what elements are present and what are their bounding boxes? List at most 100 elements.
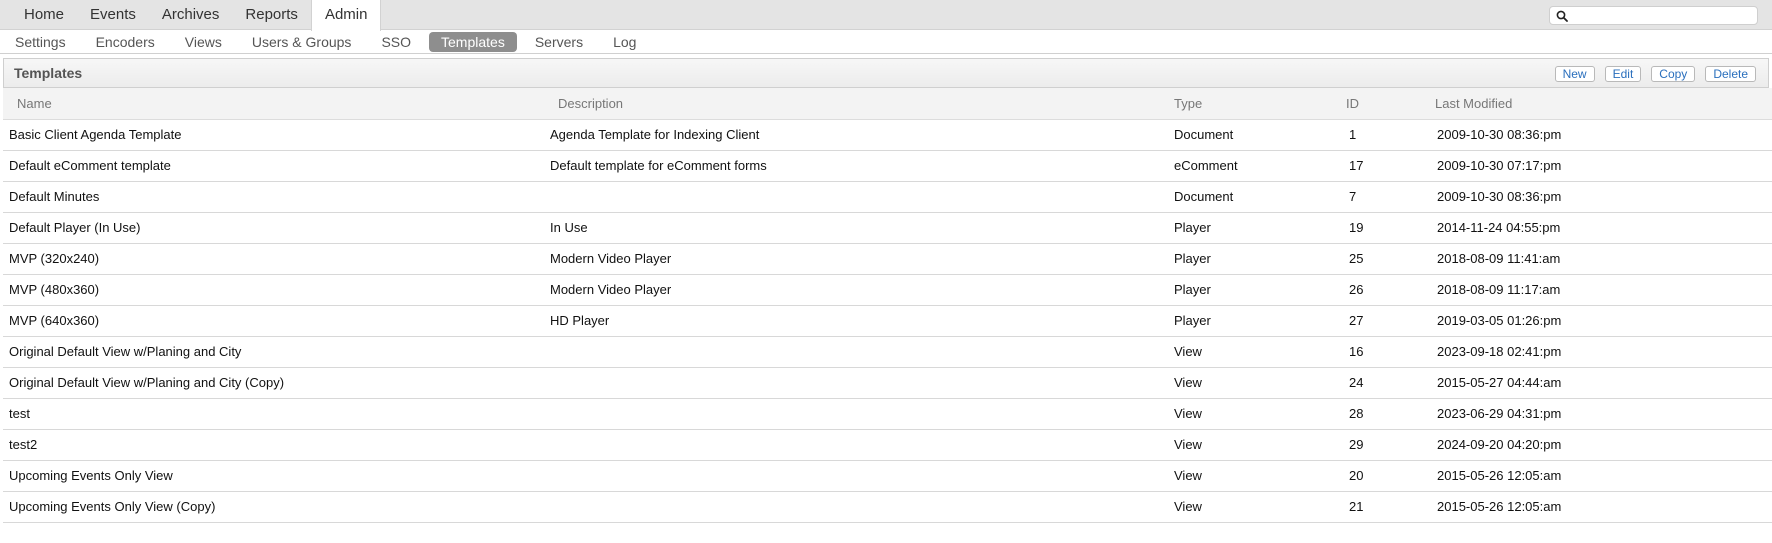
cell-id: 17: [1346, 150, 1435, 182]
column-header-description[interactable]: Description: [547, 88, 1170, 120]
cell-name: Original Default View w/Planing and City…: [3, 367, 547, 399]
table-header-row: Name Description Type ID Last Modified: [3, 88, 1772, 120]
cell-name: Default eComment template: [3, 150, 547, 182]
cell-last-modified: 2018-08-09 11:17:am: [1435, 274, 1772, 306]
new-button[interactable]: New: [1554, 66, 1595, 82]
cell-id: 7: [1346, 181, 1435, 213]
cell-type: Document: [1170, 181, 1346, 213]
cell-id: 19: [1346, 212, 1435, 244]
cell-description: In Use: [547, 212, 1170, 244]
panel-title: Templates: [14, 65, 83, 81]
table-row[interactable]: MVP (480x360) Modern Video Player Player 26…: [3, 274, 1772, 306]
cell-type: Player: [1170, 274, 1346, 306]
subnav-servers[interactable]: Servers: [523, 32, 595, 52]
subnav-log[interactable]: Log: [601, 32, 648, 52]
cell-type: View: [1170, 398, 1346, 430]
table-row[interactable]: test2 View 29 2024-09-20 04:20:pm: [3, 429, 1772, 461]
cell-description: [547, 398, 1170, 430]
cell-name: test: [3, 398, 547, 430]
tab-archives[interactable]: Archives: [149, 0, 233, 30]
table-row[interactable]: Original Default View w/Planing and City…: [3, 336, 1772, 368]
cell-id: 21: [1346, 491, 1435, 523]
table-row[interactable]: Upcoming Events Only View View 20 2015-05-2…: [3, 460, 1772, 492]
column-header-last-modified[interactable]: Last Modified: [1435, 88, 1772, 120]
subnav-templates[interactable]: Templates: [429, 32, 517, 52]
table-row[interactable]: MVP (320x240) Modern Video Player Player 25…: [3, 243, 1772, 275]
subnav-encoders[interactable]: Encoders: [84, 32, 167, 52]
main-tabs: Home Events Archives Reports Admin: [11, 0, 382, 31]
cell-id: 24: [1346, 367, 1435, 399]
tab-home[interactable]: Home: [11, 0, 77, 30]
cell-type: View: [1170, 367, 1346, 399]
column-header-type[interactable]: Type: [1170, 88, 1346, 120]
table-row[interactable]: test View 28 2023-06-29 04:31:pm: [3, 398, 1772, 430]
cell-last-modified: 2015-05-27 04:44:am: [1435, 367, 1772, 399]
table-row[interactable]: Basic Client Agenda Template Agenda Templ…: [3, 119, 1772, 151]
cell-last-modified: 2019-03-05 01:26:pm: [1435, 305, 1772, 337]
cell-type: View: [1170, 491, 1346, 523]
cell-name: Upcoming Events Only View: [3, 460, 547, 492]
cell-type: View: [1170, 460, 1346, 492]
cell-last-modified: 2015-05-26 12:05:am: [1435, 491, 1772, 523]
panel-header: Templates New Edit Copy Delete: [3, 58, 1769, 88]
cell-last-modified: 2023-06-29 04:31:pm: [1435, 398, 1772, 430]
cell-id: 26: [1346, 274, 1435, 306]
cell-name: MVP (640x360): [3, 305, 547, 337]
table-row[interactable]: Default Player (In Use) In Use Player 19 201…: [3, 212, 1772, 244]
table-row[interactable]: MVP (640x360) HD Player Player 27 2019-03-05…: [3, 305, 1772, 337]
cell-name: Default Minutes: [3, 181, 547, 213]
cell-last-modified: 2014-11-24 04:55:pm: [1435, 212, 1772, 244]
cell-name: Original Default View w/Planing and City: [3, 336, 547, 368]
table-row[interactable]: Default Minutes Document 7 2009-10-30 08:36…: [3, 181, 1772, 213]
table-row[interactable]: Default eComment template Default templat…: [3, 150, 1772, 182]
cell-id: 27: [1346, 305, 1435, 337]
cell-type: View: [1170, 336, 1346, 368]
search-input[interactable]: [1576, 8, 1757, 23]
panel-actions: New Edit Copy Delete: [1554, 66, 1756, 82]
edit-button[interactable]: Edit: [1604, 66, 1642, 82]
subnav-views[interactable]: Views: [173, 32, 234, 52]
cell-description: Default template for eComment forms: [547, 150, 1170, 182]
templates-table: Name Description Type ID Last Modified B…: [3, 88, 1772, 523]
subnav-sso[interactable]: SSO: [369, 32, 423, 52]
templates-panel: Templates New Edit Copy Delete Name Desc…: [3, 58, 1772, 523]
cell-name: Upcoming Events Only View (Copy): [3, 491, 547, 523]
cell-id: 20: [1346, 460, 1435, 492]
tab-events[interactable]: Events: [77, 0, 149, 30]
cell-id: 29: [1346, 429, 1435, 461]
copy-button[interactable]: Copy: [1651, 66, 1696, 82]
tab-admin[interactable]: Admin: [310, 0, 382, 31]
search-icon: [1556, 8, 1572, 24]
cell-description: Modern Video Player: [547, 243, 1170, 275]
column-header-id[interactable]: ID: [1346, 88, 1435, 120]
cell-description: [547, 491, 1170, 523]
cell-description: [547, 181, 1170, 213]
table-body: Basic Client Agenda Template Agenda Templ…: [3, 119, 1772, 523]
search-box[interactable]: [1549, 6, 1758, 25]
cell-description: Agenda Template for Indexing Client: [547, 119, 1170, 151]
cell-last-modified: 2009-10-30 07:17:pm: [1435, 150, 1772, 182]
table-row[interactable]: Original Default View w/Planing and City…: [3, 367, 1772, 399]
cell-type: View: [1170, 429, 1346, 461]
cell-name: test2: [3, 429, 547, 461]
cell-id: 25: [1346, 243, 1435, 275]
cell-last-modified: 2023-09-18 02:41:pm: [1435, 336, 1772, 368]
cell-name: MVP (320x240): [3, 243, 547, 275]
tab-reports[interactable]: Reports: [232, 0, 311, 30]
subnav-settings[interactable]: Settings: [3, 32, 78, 52]
delete-button[interactable]: Delete: [1705, 66, 1756, 82]
subnav-users-groups[interactable]: Users & Groups: [240, 32, 364, 52]
cell-id: 1: [1346, 119, 1435, 151]
cell-description: [547, 429, 1170, 461]
cell-last-modified: 2009-10-30 08:36:pm: [1435, 181, 1772, 213]
column-header-name[interactable]: Name: [3, 88, 547, 120]
cell-id: 16: [1346, 336, 1435, 368]
table-row[interactable]: Upcoming Events Only View (Copy) View 21 20…: [3, 491, 1772, 523]
cell-type: Document: [1170, 119, 1346, 151]
cell-description: [547, 336, 1170, 368]
cell-name: Basic Client Agenda Template: [3, 119, 547, 151]
top-navigation: Home Events Archives Reports Admin: [0, 0, 1772, 31]
cell-name: Default Player (In Use): [3, 212, 547, 244]
cell-last-modified: 2024-09-20 04:20:pm: [1435, 429, 1772, 461]
cell-description: [547, 460, 1170, 492]
